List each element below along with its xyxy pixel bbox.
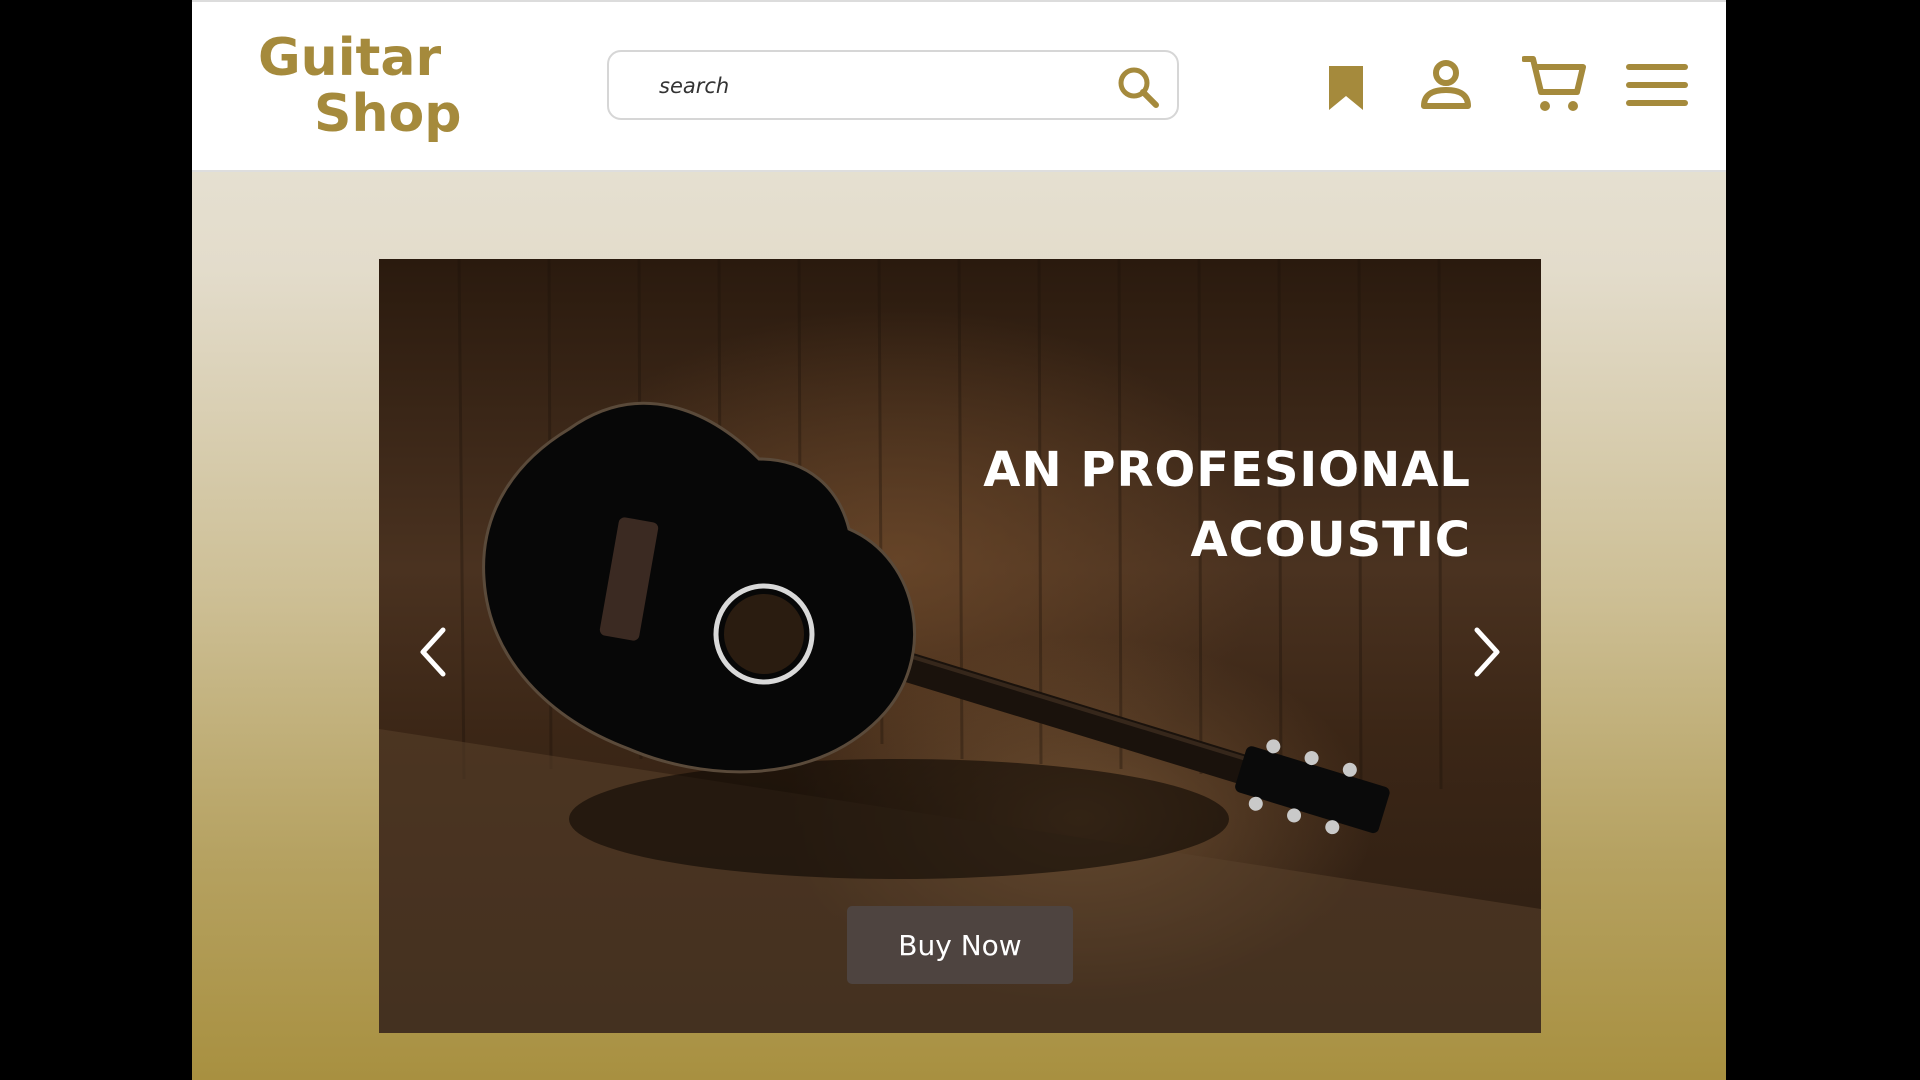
- buy-now-button[interactable]: Buy Now: [847, 906, 1073, 984]
- chevron-left-icon[interactable]: [413, 624, 453, 680]
- page: Guitar Shop search AN PROFESIONAL ACOUST…: [192, 0, 1726, 1080]
- hero-title-line-2: ACOUSTIC: [1190, 512, 1471, 568]
- bookmark-icon[interactable]: [1327, 64, 1365, 112]
- logo-line-1: Guitar: [258, 28, 442, 88]
- site-header: Guitar Shop: [192, 0, 1726, 172]
- user-icon[interactable]: [1420, 58, 1472, 110]
- chevron-right-icon[interactable]: [1467, 624, 1507, 680]
- site-logo[interactable]: Guitar Shop: [258, 30, 461, 142]
- search-input[interactable]: [657, 66, 1101, 106]
- logo-line-2: Shop: [314, 84, 462, 144]
- hero-carousel: AN PROFESIONAL ACOUSTIC Buy Now: [379, 259, 1541, 1033]
- hero-title-line-1: AN PROFESIONAL: [983, 442, 1471, 498]
- search-icon[interactable]: [1115, 64, 1161, 110]
- search-bar: [607, 50, 1179, 120]
- menu-icon[interactable]: [1626, 62, 1688, 108]
- hero-title: AN PROFESIONAL ACOUSTIC: [983, 435, 1471, 575]
- cart-icon[interactable]: [1522, 54, 1586, 114]
